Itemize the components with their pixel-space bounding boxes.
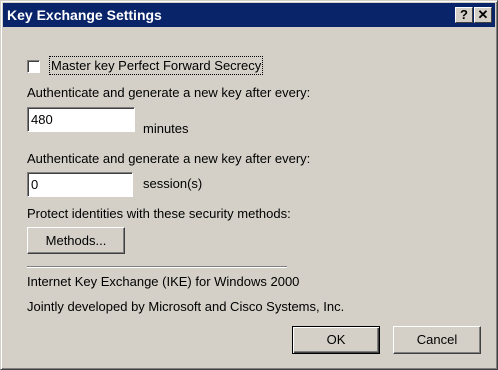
credits-text: Jointly developed by Microsoft and Cisco… xyxy=(27,299,345,314)
separator xyxy=(27,266,287,268)
key-exchange-settings-dialog: Key Exchange Settings ? ✕ Master key Per… xyxy=(0,0,498,370)
sessions-label: Authenticate and generate a new key afte… xyxy=(27,151,311,166)
methods-button[interactable]: Methods... xyxy=(27,227,125,254)
question-mark-icon: ? xyxy=(460,7,468,22)
help-button[interactable]: ? xyxy=(455,7,473,23)
pfs-label[interactable]: Master key Perfect Forward Secrecy xyxy=(48,56,264,75)
close-button[interactable]: ✕ xyxy=(474,7,492,23)
ok-button[interactable]: OK xyxy=(292,326,380,354)
dialog-title: Key Exchange Settings xyxy=(7,7,162,23)
minutes-label: Authenticate and generate a new key afte… xyxy=(27,85,311,100)
minutes-input[interactable] xyxy=(27,107,135,132)
sessions-input[interactable] xyxy=(27,172,133,197)
ike-info-text: Internet Key Exchange (IKE) for Windows … xyxy=(27,274,300,289)
protect-identities-label: Protect identities with these security m… xyxy=(27,206,291,221)
close-icon: ✕ xyxy=(477,7,489,22)
sessions-unit-label: session(s) xyxy=(143,176,203,191)
pfs-checkbox[interactable] xyxy=(27,60,40,73)
cancel-button[interactable]: Cancel xyxy=(393,326,481,354)
minutes-unit-label: minutes xyxy=(143,121,189,136)
title-bar[interactable]: Key Exchange Settings ? ✕ xyxy=(3,3,495,27)
